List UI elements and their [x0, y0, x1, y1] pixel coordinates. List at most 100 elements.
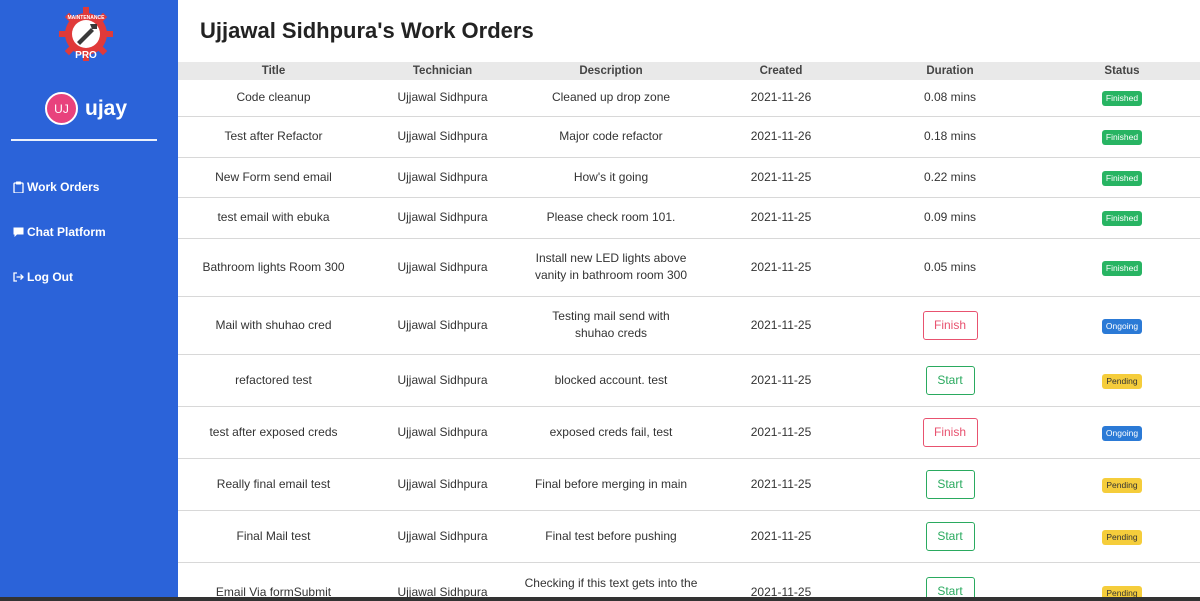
main-content: Ujjawal Sidhpura's Work Orders Title Tec…	[178, 0, 1200, 601]
cell-created: 2021-11-25	[706, 157, 856, 198]
cell-status: Finished	[1044, 238, 1200, 297]
maintenance-pro-logo[interactable]: MAINTENANCE PRO	[57, 5, 115, 63]
cell-duration: 0.18 mins	[856, 116, 1044, 158]
cell-description: blocked account. test	[516, 354, 706, 407]
table-row[interactable]: Email Via formSubmit Ujjawal Sidhpura Ch…	[178, 562, 1200, 601]
cell-duration: Start	[856, 510, 1044, 563]
finish-button[interactable]: Finish	[922, 310, 978, 340]
status-badge: Ongoing	[1101, 425, 1143, 441]
cell-status: Pending	[1044, 562, 1200, 601]
status-badge: Finished	[1101, 130, 1143, 145]
cell-duration: 0.08 mins	[856, 80, 1044, 117]
status-badge: Pending	[1102, 373, 1142, 389]
window-bottom-edge	[0, 597, 1200, 601]
table-row[interactable]: Mail with shuhao cred Ujjawal Sidhpura T…	[178, 296, 1200, 355]
cell-status: Finished	[1044, 116, 1200, 158]
column-header-title[interactable]: Title	[178, 62, 369, 80]
cell-title: Really final email test	[178, 458, 369, 511]
cell-description: How's it going	[516, 157, 706, 198]
cell-technician: Ujjawal Sidhpura	[369, 296, 516, 355]
table-row[interactable]: test after exposed creds Ujjawal Sidhpur…	[178, 406, 1200, 459]
cell-title: Test after Refactor	[178, 116, 369, 158]
clipboard-icon	[13, 181, 24, 193]
cell-description: Final before merging in main	[516, 458, 706, 511]
cell-technician: Ujjawal Sidhpura	[369, 238, 516, 297]
cell-status: Finished	[1044, 80, 1200, 117]
column-header-duration[interactable]: Duration	[856, 62, 1044, 80]
cell-description: exposed creds fail, test	[516, 406, 706, 459]
cell-created: 2021-11-25	[706, 238, 856, 297]
cell-description: Install new LED lights above vanity in b…	[516, 238, 706, 297]
cell-technician: Ujjawal Sidhpura	[369, 80, 516, 117]
table-row[interactable]: Really final email test Ujjawal Sidhpura…	[178, 458, 1200, 511]
avatar[interactable]: UJ	[45, 92, 78, 125]
cell-title: Final Mail test	[178, 510, 369, 563]
user-profile: UJ ujay	[45, 92, 127, 125]
cell-title: Email Via formSubmit	[178, 562, 369, 601]
sidebar-item-log-out[interactable]: Log Out	[13, 270, 73, 284]
chat-icon	[13, 227, 24, 237]
cell-status: Finished	[1044, 157, 1200, 198]
table-row[interactable]: New Form send email Ujjawal Sidhpura How…	[178, 157, 1200, 198]
column-header-created[interactable]: Created	[706, 62, 856, 80]
cell-duration: Finish	[856, 406, 1044, 459]
table-row[interactable]: Code cleanup Ujjawal Sidhpura Cleaned up…	[178, 80, 1200, 117]
cell-status: Finished	[1044, 197, 1200, 239]
status-badge: Finished	[1101, 170, 1143, 186]
table-row[interactable]: Bathroom lights Room 300 Ujjawal Sidhpur…	[178, 238, 1200, 297]
start-button[interactable]: Start	[925, 365, 975, 395]
cell-created: 2021-11-25	[706, 510, 856, 563]
table-row[interactable]: refactored test Ujjawal Sidhpura blocked…	[178, 354, 1200, 407]
column-header-technician[interactable]: Technician	[369, 62, 516, 80]
status-badge: Finished	[1101, 211, 1143, 226]
cell-description: Cleaned up drop zone	[516, 80, 706, 117]
cell-duration: Finish	[856, 296, 1044, 355]
sidebar-item-label: Chat Platform	[27, 225, 106, 239]
table-row[interactable]: test email with ebuka Ujjawal Sidhpura P…	[178, 197, 1200, 239]
cell-description: Final test before pushing	[516, 510, 706, 563]
logout-icon	[13, 272, 24, 282]
cell-technician: Ujjawal Sidhpura	[369, 406, 516, 459]
cell-duration: 0.09 mins	[856, 197, 1044, 239]
cell-technician: Ujjawal Sidhpura	[369, 197, 516, 239]
cell-technician: Ujjawal Sidhpura	[369, 562, 516, 601]
username: ujay	[85, 96, 128, 120]
sidebar-divider	[11, 139, 157, 141]
cell-description: Testing mail send with shuhao creds	[516, 296, 706, 355]
cell-technician: Ujjawal Sidhpura	[369, 157, 516, 198]
cell-created: 2021-11-25	[706, 562, 856, 601]
cell-technician: Ujjawal Sidhpura	[369, 116, 516, 158]
cell-status: Ongoing	[1044, 296, 1200, 355]
cell-duration: Start	[856, 458, 1044, 511]
cell-created: 2021-11-25	[706, 406, 856, 459]
cell-created: 2021-11-26	[706, 80, 856, 117]
column-header-status[interactable]: Status	[1044, 62, 1200, 80]
cell-duration: 0.22 mins	[856, 157, 1044, 198]
column-header-description[interactable]: Description	[516, 62, 706, 80]
page-title: Ujjawal Sidhpura's Work Orders	[200, 18, 534, 43]
start-button[interactable]: Start	[925, 469, 975, 499]
table-row[interactable]: Final Mail test Ujjawal Sidhpura Final t…	[178, 510, 1200, 563]
sidebar-item-chat-platform[interactable]: Chat Platform	[13, 225, 106, 239]
finish-button[interactable]: Finish	[922, 417, 978, 447]
table-header-row: Title Technician Description Created Dur…	[178, 62, 1200, 80]
status-badge: Finished	[1101, 260, 1143, 276]
cell-created: 2021-11-25	[706, 197, 856, 239]
cell-created: 2021-11-25	[706, 354, 856, 407]
table-row[interactable]: Test after Refactor Ujjawal Sidhpura Maj…	[178, 116, 1200, 158]
cell-technician: Ujjawal Sidhpura	[369, 458, 516, 511]
cell-technician: Ujjawal Sidhpura	[369, 354, 516, 407]
cell-status: Ongoing	[1044, 406, 1200, 459]
cell-title: Code cleanup	[178, 80, 369, 117]
cell-description: Please check room 101.	[516, 197, 706, 239]
start-button[interactable]: Start	[925, 521, 975, 551]
cell-title: Mail with shuhao cred	[178, 296, 369, 355]
cell-title: test after exposed creds	[178, 406, 369, 459]
status-badge: Finished	[1101, 91, 1143, 106]
cell-description: Major code refactor	[516, 116, 706, 158]
cell-title: refactored test	[178, 354, 369, 407]
sidebar-item-work-orders[interactable]: Work Orders	[13, 180, 99, 194]
cell-title: New Form send email	[178, 157, 369, 198]
status-badge: Pending	[1102, 477, 1142, 493]
cell-status: Pending	[1044, 354, 1200, 407]
